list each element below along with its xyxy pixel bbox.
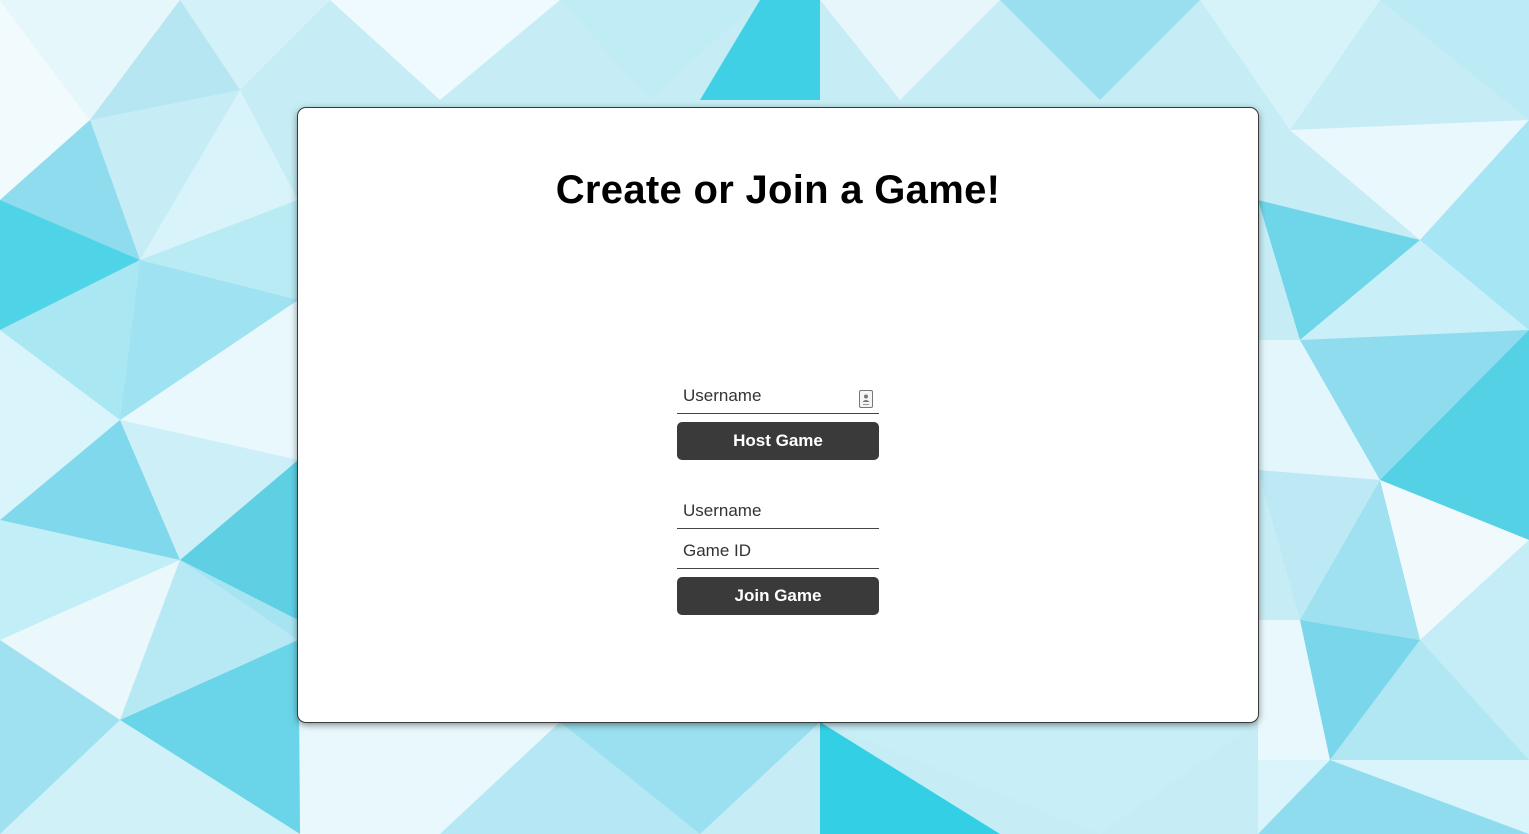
- game-id-field: [677, 537, 879, 569]
- join-username-field: [677, 497, 879, 529]
- host-username-field: [677, 382, 879, 414]
- join-game-form: Join Game: [677, 497, 879, 615]
- host-game-button[interactable]: Host Game: [677, 422, 879, 460]
- game-id-input[interactable]: [677, 537, 879, 568]
- page-title: Create or Join a Game!: [555, 168, 1001, 212]
- join-username-input[interactable]: [677, 497, 879, 528]
- join-game-button[interactable]: Join Game: [677, 577, 879, 615]
- host-game-form: Host Game: [677, 382, 879, 460]
- host-username-input[interactable]: [677, 382, 879, 413]
- game-lobby-card: Create or Join a Game! Host Game Join Ga…: [298, 108, 1258, 722]
- contact-card-icon[interactable]: [859, 390, 873, 408]
